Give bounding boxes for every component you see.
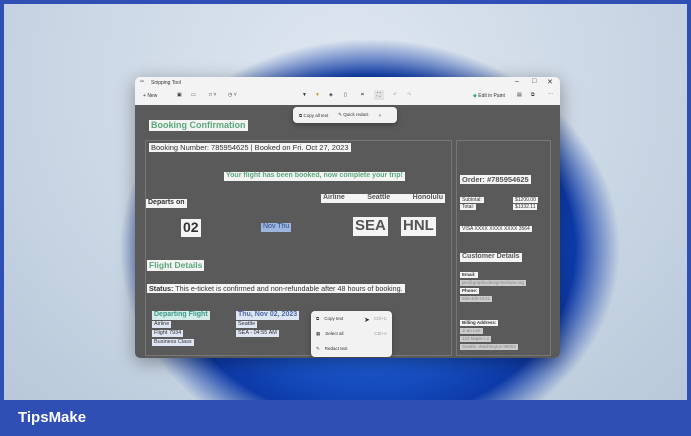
booked-banner[interactable]: Your flight has been booked, now complet… [224,172,405,181]
total-label[interactable]: Total: [460,204,476,211]
edit-in-paint-label: Edit in Paint [478,93,505,99]
email-value[interactable]: jan@graphicdesigninstitute.org [460,280,526,286]
ruler-icon[interactable]: ▯ [344,92,347,98]
mouse-cursor-icon: ➤ [364,317,370,324]
flight-class[interactable]: Business Class [152,339,194,346]
select-all-shortcut: Ctrl+A [374,331,387,336]
quick-redact-button[interactable]: ✎ Quick redact [338,112,368,118]
redact-text-label: Redact text [324,346,348,351]
subtotal-label[interactable]: Subtotal: [460,197,484,204]
subtotal-value[interactable]: $1200.00 [513,197,538,204]
copy-shortcut: Ctrl+C [374,316,387,321]
pen-icon[interactable]: ▼ [302,92,307,98]
flight-number[interactable]: Flight 7934 [152,330,184,337]
billing-street[interactable]: 123 Maple Ln [460,336,492,342]
save-icon[interactable]: ▤ [517,92,522,98]
select-all-label: Select all [325,331,344,336]
order-number[interactable]: Order: #785954625 [460,175,531,185]
context-select-all[interactable]: ▦ Select all Ctrl+A [311,326,392,341]
billing-label[interactable]: Billing Address: [460,320,499,326]
more-options-icon[interactable]: ··· [548,91,553,97]
copy-icon[interactable]: ⧉ [531,92,535,98]
quick-redact-label: Quick redact [343,112,369,117]
snip-shape-dropdown[interactable]: □ ˅ [209,92,216,98]
paint-icon: ◆ [473,93,477,99]
new-label: New [147,93,158,99]
copy-all-text-label: Copy all text [303,112,329,118]
depart-day[interactable]: 02 [181,219,201,237]
flight-airline[interactable]: Airline [152,321,172,328]
new-button[interactable]: + New [143,93,157,99]
text-actions-icon[interactable]: ⛶ [374,90,384,100]
maximize-button[interactable]: □ [532,78,536,85]
status-line[interactable]: Status: This e-ticket is confirmed and n… [147,284,405,293]
depart-month-day[interactable]: Nov Thu [261,223,292,232]
crop-icon[interactable]: ⌗ [361,92,364,98]
context-menu: ⧉ Copy text Ctrl+C ▦ Select all Ctrl+A ✎ Reda… [311,311,392,357]
copy-icon: ⧉ [316,316,320,321]
context-copy-text[interactable]: ⧉ Copy text Ctrl+C [311,311,392,326]
billing-city[interactable]: Seattle, Washington 98052 [460,344,518,350]
toolbar: + New ▣ ▭ □ ˅ ◷ ˅ ▼ ▼ ◈ ▯ ⌗ ⛶ ↶ ↷ ◆ Edit… [135,88,560,105]
screenshot-mode-icon[interactable]: ▣ [177,92,182,98]
route-airline: Airline [323,194,345,201]
status-label: Status: [149,284,174,293]
footer-bar: TipsMake [0,400,691,436]
to-code[interactable]: HNL [401,217,436,236]
screenshot-canvas: Booking Confirmation Booking Number: 785… [135,105,560,358]
copy-all-text-button[interactable]: ⧉ Copy all text [299,113,328,118]
app-icon: ✂ [140,79,145,85]
context-redact-text[interactable]: ✎ Redact text [311,341,392,356]
flight-date[interactable]: Thu, Nov 02, 2023 [236,311,300,320]
close-button[interactable]: ✕ [547,78,553,86]
redo-icon[interactable]: ↷ [407,92,411,98]
quick-redact-dropdown-icon[interactable]: ˅ [379,113,382,118]
delay-dropdown[interactable]: ◷ ˅ [228,92,237,98]
video-mode-icon[interactable]: ▭ [191,92,196,98]
phone-label[interactable]: Phone: [460,288,480,294]
minimize-button[interactable]: – [515,78,519,85]
card-number[interactable]: VISA XXXX XXXX XXXX 3564 [460,226,532,233]
route-honolulu: Honolulu [412,194,443,201]
total-value[interactable]: $1332.11 [513,204,538,211]
from-code[interactable]: SEA [353,217,388,236]
snipping-tool-window: ✂ Snipping Tool – □ ✕ + New ▣ ▭ □ ˅ ◷ ˅ … [135,77,560,358]
departs-on[interactable]: Departs on [146,199,187,208]
phone-value[interactable]: 555-405-0131 [460,296,493,302]
customer-details-heading[interactable]: Customer Details [460,253,522,262]
window-title: Snipping Tool [151,80,181,86]
flight-details-heading[interactable]: Flight Details [147,260,205,271]
highlighter-icon[interactable]: ▼ [315,92,320,98]
route-seattle: Seattle [367,194,391,201]
redact-icon: ✎ [316,345,320,351]
booking-number[interactable]: Booking Number: 785954625 | Booked on Fr… [149,143,351,153]
edit-in-paint-button[interactable]: ◆ Edit in Paint [473,93,505,99]
booking-heading[interactable]: Booking Confirmation [149,120,248,132]
billing-name[interactable]: Ji-an Lee [460,328,483,334]
text-actions-bar: ⧉ Copy all text ✎ Quick redact ˅ [293,107,397,123]
flight-time[interactable]: SEA - 04:55 AM [236,330,279,337]
select-all-icon: ▦ [316,330,321,336]
email-label[interactable]: Email: [460,272,478,278]
departing-flight[interactable]: Departing Flight [152,311,210,320]
copy-text-label: Copy text [324,316,344,321]
brand-logo: TipsMake [18,409,87,426]
title-bar: ✂ Snipping Tool – □ ✕ [135,77,560,88]
flight-city[interactable]: Seattle [236,321,258,328]
route-labels[interactable]: Airline Seattle Honolulu [321,194,445,203]
status-text: This e-ticket is confirmed and non-refun… [175,284,403,293]
eraser-icon[interactable]: ◈ [329,92,333,98]
undo-icon[interactable]: ↶ [393,92,397,98]
